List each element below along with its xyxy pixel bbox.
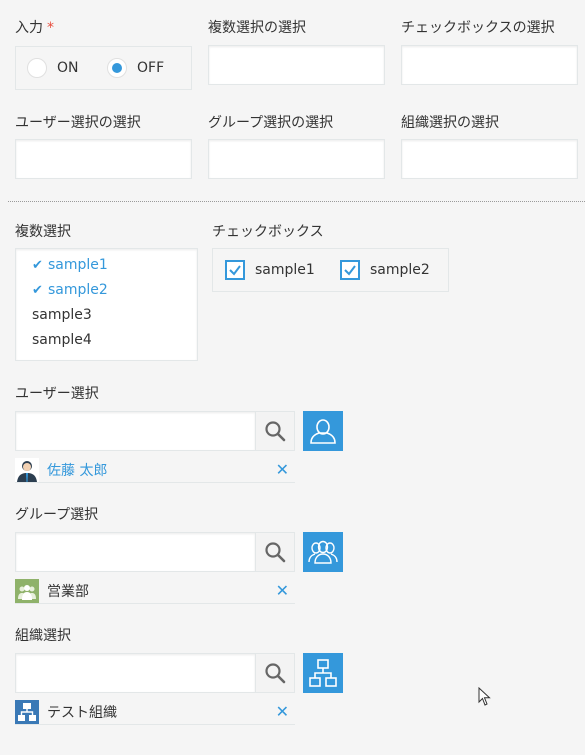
multi-select-list[interactable]: ✔ sample1 ✔ sample2 sample3 sample4 — [15, 248, 198, 361]
search-icon — [265, 421, 286, 442]
multi-select-option[interactable]: ✔ sample1 — [32, 253, 197, 278]
search-icon — [265, 663, 286, 684]
section-divider — [8, 201, 585, 202]
radio-field-label: 入力 * — [15, 17, 54, 37]
option-label: sample2 — [48, 282, 108, 298]
group-selection-label: グループ選択の選択 — [208, 115, 334, 131]
multi-select-option[interactable]: sample4 — [32, 328, 197, 353]
group-search-input[interactable] — [15, 532, 256, 572]
checkbox-option-label: sample2 — [370, 262, 430, 278]
radio-option-off[interactable]: OFF — [107, 58, 164, 78]
avatar — [15, 457, 39, 482]
radio-on-label: ON — [57, 60, 79, 76]
org-selection-label: 組織選択の選択 — [401, 115, 499, 131]
org-select-label: 組織選択 — [15, 628, 71, 644]
user-search-input[interactable] — [15, 411, 256, 451]
checkbox-box[interactable] — [225, 260, 245, 280]
group-selection-field[interactable] — [208, 139, 385, 179]
user-picker-button[interactable] — [303, 411, 343, 451]
org-search-button[interactable] — [255, 653, 295, 693]
mouse-cursor-icon — [478, 687, 491, 706]
check-icon: ✔ — [32, 258, 43, 273]
checkmark-icon — [344, 265, 356, 276]
selected-org-entry: テスト組織 ✕ — [15, 699, 295, 725]
search-icon — [265, 542, 286, 563]
radio-off-circle[interactable] — [107, 58, 127, 78]
multi-select-selection-field[interactable] — [208, 45, 385, 85]
selected-group-entry: 営業部 ✕ — [15, 578, 295, 604]
user-selection-field[interactable] — [15, 139, 192, 179]
option-label: sample3 — [32, 307, 92, 323]
radio-selected-dot — [112, 63, 122, 73]
group-avatar-icon — [15, 578, 39, 603]
multi-select-label: 複数選択 — [15, 224, 71, 240]
group-select-label: グループ選択 — [15, 507, 99, 523]
remove-org-icon[interactable]: ✕ — [276, 704, 289, 720]
remove-user-icon[interactable]: ✕ — [276, 462, 289, 478]
org-selection-field[interactable] — [401, 139, 578, 179]
checkbox-label: チェックボックス — [212, 224, 324, 240]
group-search-button[interactable] — [255, 532, 295, 572]
multi-select-selection-label: 複数選択の選択 — [208, 20, 306, 36]
user-search-button[interactable] — [255, 411, 295, 451]
org-search-input[interactable] — [15, 653, 256, 693]
selected-user-entry: 佐藤 太郎 ✕ — [15, 457, 295, 483]
checkbox-option-label: sample1 — [255, 262, 315, 278]
multi-select-option[interactable]: ✔ sample2 — [32, 278, 197, 303]
group-picker-button[interactable] — [303, 532, 343, 572]
user-select-label: ユーザー選択 — [15, 386, 99, 402]
selected-user-name[interactable]: 佐藤 太郎 — [47, 460, 107, 480]
checkbox-group: sample1 sample2 — [212, 248, 449, 292]
radio-group: ON OFF — [15, 46, 192, 90]
selected-group-name: 営業部 — [47, 583, 89, 600]
option-label: sample4 — [32, 332, 92, 348]
checkbox-selection-label: チェックボックスの選択 — [401, 20, 555, 36]
group-icon — [308, 540, 338, 564]
check-icon: ✔ — [32, 283, 43, 298]
user-selection-label: ユーザー選択の選択 — [15, 115, 141, 131]
radio-field-label-text: 入力 — [15, 20, 43, 36]
radio-off-label: OFF — [137, 60, 165, 76]
checkbox-selection-field[interactable] — [401, 45, 578, 85]
org-avatar-icon — [15, 699, 39, 724]
checkbox-box[interactable] — [340, 260, 360, 280]
checkbox-option-sample1[interactable]: sample1 — [225, 260, 315, 280]
multi-select-option[interactable]: sample3 — [32, 303, 197, 328]
org-picker-button[interactable] — [303, 653, 343, 693]
user-icon — [310, 419, 336, 444]
option-label: sample1 — [48, 257, 108, 273]
org-chart-icon — [309, 659, 337, 687]
remove-group-icon[interactable]: ✕ — [276, 583, 289, 599]
selected-org-name: テスト組織 — [47, 704, 117, 721]
checkmark-icon — [229, 265, 241, 276]
required-mark: * — [47, 20, 54, 36]
checkbox-option-sample2[interactable]: sample2 — [340, 260, 430, 280]
radio-on-circle[interactable] — [27, 58, 47, 78]
radio-option-on[interactable]: ON — [27, 58, 79, 78]
